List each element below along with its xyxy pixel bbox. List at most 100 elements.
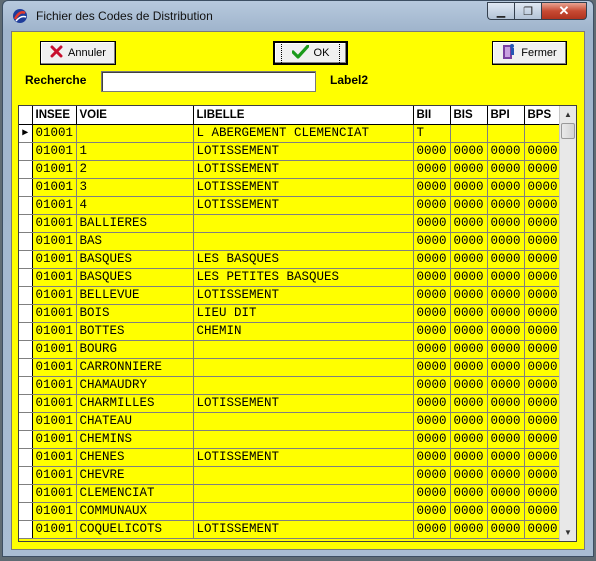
table-cell[interactable]: 0000 <box>413 232 451 251</box>
column-header[interactable]: BPI <box>487 106 525 125</box>
table-cell[interactable]: 01001 <box>32 358 77 377</box>
ok-button[interactable]: OK <box>273 41 348 65</box>
row-indicator[interactable] <box>19 322 33 341</box>
row-indicator[interactable] <box>19 358 33 377</box>
scroll-thumb[interactable] <box>561 123 575 139</box>
table-cell[interactable]: 01001 <box>32 502 77 521</box>
table-cell[interactable] <box>524 124 561 143</box>
table-cell[interactable]: 01001 <box>32 448 77 467</box>
table-cell[interactable]: 0000 <box>413 196 451 215</box>
table-cell[interactable]: 01001 <box>32 214 77 233</box>
table-cell[interactable]: CHARMILLES <box>76 394 194 413</box>
row-indicator[interactable] <box>19 250 33 269</box>
table-cell[interactable]: 0000 <box>450 268 488 287</box>
table-cell[interactable]: 0000 <box>524 322 561 341</box>
table-cell[interactable]: 3 <box>76 178 194 197</box>
table-cell[interactable]: 0000 <box>524 304 561 323</box>
vertical-scrollbar[interactable]: ▲ ▼ <box>559 106 576 541</box>
table-cell[interactable]: CHAMAUDRY <box>76 376 194 395</box>
table-cell[interactable]: 01001 <box>32 286 77 305</box>
scroll-down-icon[interactable]: ▼ <box>560 524 576 541</box>
table-cell[interactable]: 0000 <box>487 466 525 485</box>
table-row[interactable]: 01001 CHATEAU 0000 0000 0000 0000 <box>19 412 561 431</box>
table-cell[interactable]: 0000 <box>450 502 488 521</box>
table-cell[interactable]: 01001 <box>32 484 77 503</box>
row-indicator[interactable] <box>19 448 33 467</box>
table-cell[interactable]: 0000 <box>487 250 525 269</box>
column-header[interactable]: BII <box>413 106 451 125</box>
row-indicator[interactable] <box>19 502 33 521</box>
row-indicator[interactable] <box>19 286 33 305</box>
table-cell[interactable]: 0000 <box>413 304 451 323</box>
table-cell[interactable]: LOTISSEMENT <box>193 286 414 305</box>
table-cell[interactable]: 0000 <box>524 466 561 485</box>
table-cell[interactable]: 0000 <box>487 394 525 413</box>
table-cell[interactable]: 0000 <box>524 160 561 179</box>
row-indicator[interactable] <box>19 394 33 413</box>
table-cell[interactable] <box>193 502 414 521</box>
table-cell[interactable]: 0000 <box>524 412 561 431</box>
table-cell[interactable]: 01001 <box>32 232 77 251</box>
table-cell[interactable]: 0000 <box>450 304 488 323</box>
table-cell[interactable]: 0000 <box>450 358 488 377</box>
table-cell[interactable]: 0000 <box>450 196 488 215</box>
table-cell[interactable]: 0000 <box>450 484 488 503</box>
row-indicator[interactable] <box>19 160 33 179</box>
table-cell[interactable]: 0000 <box>413 214 451 233</box>
table-cell[interactable]: LOTISSEMENT <box>193 178 414 197</box>
table-cell[interactable]: 0000 <box>487 484 525 503</box>
table-cell[interactable]: 01001 <box>32 430 77 449</box>
table-cell[interactable]: 01001 <box>32 304 77 323</box>
table-cell[interactable]: 0000 <box>450 286 488 305</box>
table-cell[interactable]: COMMUNAUX <box>76 502 194 521</box>
table-cell[interactable]: 0000 <box>487 430 525 449</box>
table-cell[interactable]: LOTISSEMENT <box>193 448 414 467</box>
table-cell[interactable]: 0000 <box>524 520 561 539</box>
table-cell[interactable]: 0000 <box>413 160 451 179</box>
table-cell[interactable]: COQUELICOTS <box>76 520 194 539</box>
table-cell[interactable]: 0000 <box>487 412 525 431</box>
row-indicator[interactable]: ▶ <box>19 124 33 143</box>
table-cell[interactable]: 4 <box>76 196 194 215</box>
table-cell[interactable]: 0000 <box>450 178 488 197</box>
column-header[interactable]: BPS <box>524 106 561 125</box>
table-cell[interactable]: 0000 <box>524 376 561 395</box>
table-cell[interactable]: 1 <box>76 142 194 161</box>
table-cell[interactable] <box>193 430 414 449</box>
table-cell[interactable]: LOTISSEMENT <box>193 520 414 539</box>
table-cell[interactable]: CARRONNIERE <box>76 358 194 377</box>
minimize-button[interactable]: ▁ <box>487 2 514 20</box>
column-header[interactable]: INSEE <box>32 106 77 125</box>
table-row[interactable]: 01001 BOIS LIEU DIT 0000 0000 0000 0000 <box>19 304 561 323</box>
table-cell[interactable] <box>193 214 414 233</box>
row-indicator[interactable] <box>19 340 33 359</box>
table-cell[interactable]: T <box>413 124 451 143</box>
row-indicator[interactable] <box>19 484 33 503</box>
table-cell[interactable]: LIEU DIT <box>193 304 414 323</box>
table-row[interactable]: 01001 CHENES LOTISSEMENT 0000 0000 0000 0000 <box>19 448 561 467</box>
table-row[interactable]: 01001 CARRONNIERE 0000 0000 0000 0000 <box>19 358 561 377</box>
row-indicator[interactable] <box>19 178 33 197</box>
table-cell[interactable]: 0000 <box>524 250 561 269</box>
table-cell[interactable]: 01001 <box>32 322 77 341</box>
table-cell[interactable]: 0000 <box>487 178 525 197</box>
row-indicator[interactable] <box>19 430 33 449</box>
table-cell[interactable]: 0000 <box>487 160 525 179</box>
table-cell[interactable]: 2 <box>76 160 194 179</box>
table-cell[interactable] <box>193 340 414 359</box>
table-cell[interactable]: 0000 <box>524 484 561 503</box>
table-cell[interactable]: 0000 <box>487 196 525 215</box>
table-cell[interactable]: 0000 <box>413 322 451 341</box>
table-cell[interactable]: 0000 <box>413 376 451 395</box>
table-cell[interactable]: BASQUES <box>76 268 194 287</box>
table-cell[interactable]: 0000 <box>524 178 561 197</box>
table-row[interactable]: 01001 BELLEVUE LOTISSEMENT 0000 0000 0000 0000 <box>19 286 561 305</box>
table-cell[interactable]: 0000 <box>450 394 488 413</box>
table-cell[interactable]: 0000 <box>487 268 525 287</box>
fermer-button[interactable]: Fermer <box>492 41 567 65</box>
table-cell[interactable]: LOTISSEMENT <box>193 196 414 215</box>
table-cell[interactable]: LOTISSEMENT <box>193 160 414 179</box>
row-indicator[interactable] <box>19 466 33 485</box>
table-cell[interactable]: 0000 <box>487 358 525 377</box>
table-cell[interactable]: 0000 <box>487 520 525 539</box>
